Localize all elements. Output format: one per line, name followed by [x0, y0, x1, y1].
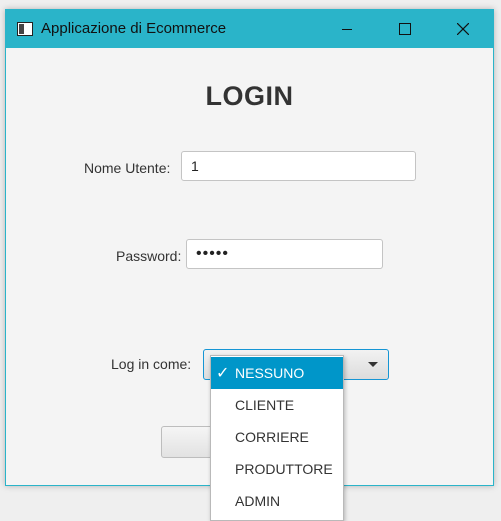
username-label: Nome Utente:: [84, 160, 171, 176]
dropdown-option-admin[interactable]: ADMIN: [211, 485, 343, 517]
minimize-button[interactable]: [324, 10, 370, 48]
password-label: Password:: [116, 248, 182, 264]
app-window: Applicazione di Ecommerce LOGIN Nome Ute…: [5, 9, 494, 521]
dropdown-option-cliente[interactable]: CLIENTE: [211, 389, 343, 421]
dropdown-option-produttore[interactable]: PRODUTTORE: [211, 453, 343, 485]
role-label: Log in come:: [111, 356, 192, 372]
close-icon: [457, 23, 469, 35]
dropdown-option-corriere[interactable]: CORRIERE: [211, 421, 343, 453]
option-label: ADMIN: [235, 493, 281, 509]
app-window-icon: [17, 22, 33, 36]
check-icon: ✓: [216, 363, 230, 382]
close-button[interactable]: [440, 10, 486, 48]
login-heading: LOGIN: [205, 81, 294, 111]
title-bar[interactable]: Applicazione di Ecommerce: [6, 10, 493, 48]
option-label: PRODUTTORE: [235, 461, 333, 477]
password-input[interactable]: [186, 239, 383, 269]
dropdown-option-nessuno[interactable]: ✓ NESSUNO: [211, 357, 343, 389]
maximize-button[interactable]: [382, 10, 428, 48]
option-label: CLIENTE: [235, 397, 295, 413]
username-input[interactable]: [181, 151, 416, 181]
role-dropdown-list: ✓ NESSUNO CLIENTE CORRIERE PRODUTTORE AD…: [210, 355, 344, 521]
option-label: CORRIERE: [235, 429, 309, 445]
chevron-down-icon: [368, 362, 378, 367]
window-title: Applicazione di Ecommerce: [41, 20, 227, 37]
option-label: NESSUNO: [235, 365, 305, 381]
